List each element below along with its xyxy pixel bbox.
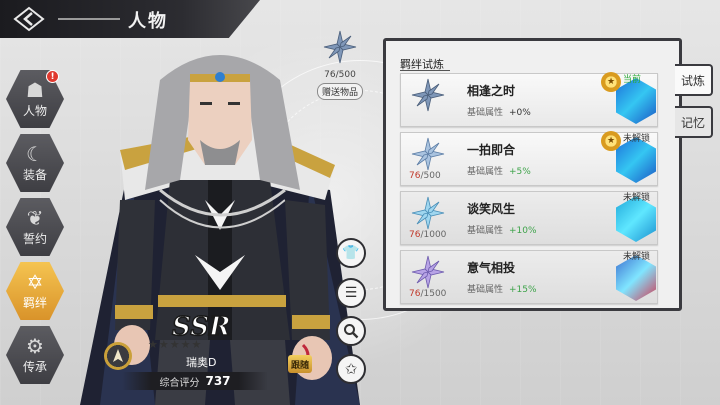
bond-name: 一拍即合	[467, 143, 516, 157]
title-decoration	[58, 18, 120, 20]
bond-star-icon	[411, 137, 445, 171]
bond-name: 相逢之时	[467, 84, 516, 98]
magnifier-icon	[344, 324, 359, 339]
attr-label: 基础属性	[467, 285, 504, 295]
mask-icon: ☗	[26, 77, 44, 102]
attr-value: +0%	[509, 108, 531, 118]
progress-current: 76	[409, 289, 421, 299]
bond-row[interactable]: 相逢之时 基础属性 +0% ★ 当前	[400, 72, 658, 127]
nav-item-label: 人物	[22, 103, 47, 118]
progress-total: /1500	[420, 289, 447, 299]
class-icon	[113, 349, 123, 362]
back-arrow-icon	[13, 6, 45, 32]
favorite-button[interactable]: ✩	[336, 354, 366, 384]
list-button[interactable]: ☰	[336, 278, 366, 308]
bond-attribute: 基础属性 +0%	[467, 105, 531, 118]
bond-status: 未解锁	[623, 134, 651, 144]
score-bar: 综合评分 737	[122, 372, 268, 390]
bond-row[interactable]: 76/1500 意气相投 基础属性 +15% 未解锁	[400, 250, 658, 304]
attr-label: 基础属性	[467, 167, 504, 177]
bond-attribute: 基础属性 +15%	[467, 282, 537, 295]
gift-progress: 76/500	[324, 70, 356, 80]
page-title: 人物	[128, 11, 168, 32]
bond-row[interactable]: 76/500 一拍即合 基础属性 +5% ★ 未解锁	[400, 131, 658, 186]
lotus-icon: ❦	[26, 205, 44, 230]
nav-item-label: 传承	[22, 359, 47, 374]
attr-value: +5%	[509, 167, 531, 177]
bond-status: 未解锁	[623, 252, 651, 262]
gift-button[interactable]: 76/500 赠送物品	[312, 30, 368, 100]
list-icon: ☰	[344, 285, 358, 301]
score-label: 综合评分	[159, 377, 200, 389]
tab-memory[interactable]: 记忆	[675, 106, 713, 138]
class-badge	[104, 342, 132, 370]
attr-label: 基础属性	[467, 226, 504, 236]
nav-item-label: 羁绊	[22, 295, 47, 310]
outfit-button[interactable]: 👕	[336, 238, 366, 268]
progress-total: /1000	[420, 230, 447, 240]
nav-item-label: 装备	[22, 167, 47, 182]
character-name: 瑞奥D	[186, 356, 217, 369]
follow-tag[interactable]: 跟随	[288, 355, 312, 373]
bond-card-star-icon: ★	[601, 131, 621, 151]
bond-row[interactable]: 76/1000 谈笑风生 基础属性 +10% 未解锁	[400, 191, 658, 245]
gift-label: 赠送物品	[316, 83, 363, 100]
bond-progress: 76/1000	[409, 230, 446, 240]
tab-trial[interactable]: 试炼	[675, 64, 713, 96]
title-underline	[400, 70, 450, 71]
bond-star-icon	[411, 255, 445, 289]
attr-value: +10%	[509, 226, 537, 236]
progress-current: 76	[409, 171, 421, 181]
bond-name: 意气相投	[467, 261, 516, 275]
shirt-icon: 👕	[342, 245, 360, 261]
score-value: 737	[205, 374, 231, 388]
bond-progress: 76/500	[409, 171, 441, 181]
attr-label: 基础属性	[467, 108, 504, 118]
bond-star-icon	[411, 78, 445, 112]
star-of-david-icon: ✡	[26, 269, 44, 294]
bond-card-star-icon: ★	[601, 72, 621, 92]
bond-panel: 羁绊试炼 相逢之时 基础属性 +0% ★ 当前 76/500 一拍即合 基础属性…	[383, 38, 682, 311]
attr-value: +15%	[509, 285, 537, 295]
bond-star-icon	[323, 30, 357, 64]
moon-icon: ☾	[26, 141, 44, 166]
progress-total: /500	[420, 171, 441, 181]
gear-icon: ⚙	[26, 333, 44, 358]
bond-name: 谈笑风生	[467, 202, 516, 216]
alert-badge: !	[46, 70, 59, 83]
bond-attribute: 基础属性 +5%	[467, 164, 531, 177]
bond-progress: 76/1500	[409, 289, 446, 299]
nav-item-label: 誓约	[22, 231, 47, 246]
bond-status: 未解锁	[623, 193, 651, 203]
progress-current: 76	[409, 230, 421, 240]
bond-status: 当前	[623, 75, 642, 85]
search-button[interactable]	[336, 316, 366, 346]
star-rating: ★★★★★	[148, 338, 203, 351]
star-icon: ✩	[344, 360, 358, 378]
back-button[interactable]	[8, 4, 50, 34]
bond-star-icon	[411, 196, 445, 230]
bond-attribute: 基础属性 +10%	[467, 223, 537, 236]
